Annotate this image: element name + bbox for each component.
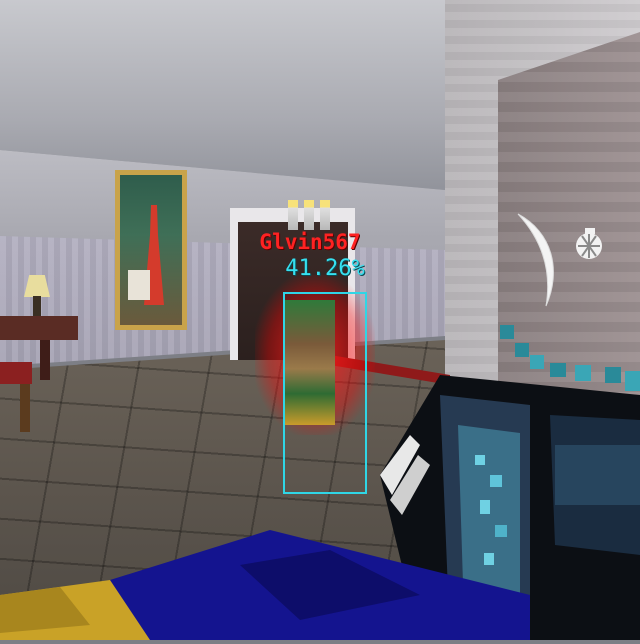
lamp-base [33,296,41,316]
painting-canvas [120,175,182,325]
melee-slash-icon[interactable] [512,210,562,310]
grenade-icon[interactable] [572,226,606,262]
chair-leg [20,384,30,432]
desk-leg [40,340,50,380]
detection-confidence-label: 41.26% [285,256,365,281]
foreground-block [0,525,530,640]
red-chair-seat [0,362,32,384]
painting-dog-figure [128,270,150,300]
enemy-name-tag: Glvin567 [259,230,361,254]
jetpack-canister [304,200,314,230]
jetpack-canister [288,200,298,230]
wall-painting [115,170,187,330]
enemy-jetpack [288,200,330,230]
enemy-bounding-box [283,292,367,494]
wooden-desk [0,316,78,340]
jetpack-canister [320,200,330,230]
